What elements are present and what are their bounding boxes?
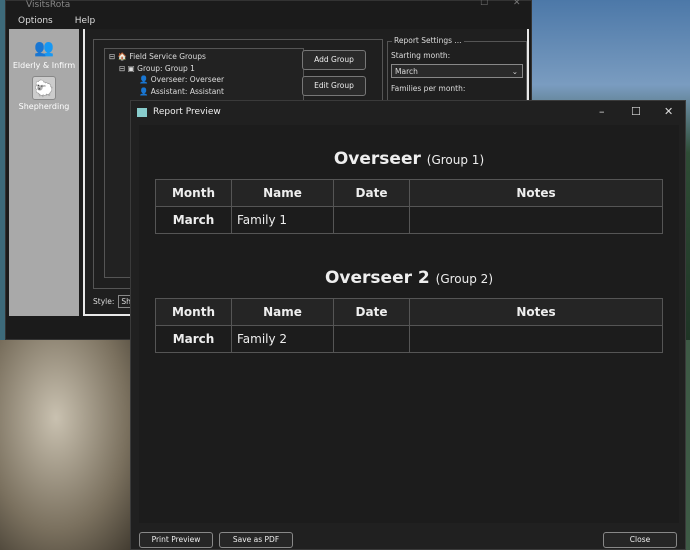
app-title: VisitsRota xyxy=(26,0,71,10)
cell-month: March xyxy=(155,325,232,353)
desktop-wallpaper-driftwood xyxy=(0,330,140,550)
tree-group[interactable]: ⊟ ▣ Group: Group 1 xyxy=(109,63,299,75)
table-header-row: Month Name Date Notes xyxy=(155,179,663,207)
cell-notes xyxy=(409,206,663,234)
sidebar-item-elderly[interactable]: 👥 Elderly & Infirm xyxy=(9,35,79,71)
col-month: Month xyxy=(155,179,232,207)
close-icon[interactable]: ✕ xyxy=(513,0,521,8)
col-date: Date xyxy=(333,179,410,207)
chevron-down-icon: ⌄ xyxy=(511,67,518,76)
table-row: March Family 2 xyxy=(155,325,663,353)
elderly-icon: 👥 xyxy=(34,37,54,57)
main-title-bar: VisitsRota ☐ ✕ xyxy=(6,0,531,13)
starting-month-select[interactable]: March ⌄ xyxy=(391,64,523,78)
style-label: Style: xyxy=(93,297,115,306)
col-date: Date xyxy=(333,298,410,326)
app-window-icon xyxy=(137,107,147,117)
section-heading-1: Overseer (Group 1) xyxy=(333,149,485,169)
table-row: March Family 1 xyxy=(155,206,663,234)
menu-options[interactable]: Options xyxy=(18,16,53,26)
sheep-icon: 🐑 xyxy=(32,76,56,100)
minimize-icon[interactable]: – xyxy=(599,105,605,118)
report-preview-area[interactable]: Overseer (Group 1) Month Name Date Notes… xyxy=(139,125,679,523)
sidebar-item-shepherding[interactable]: 🐑 Shepherding xyxy=(9,76,79,111)
cell-notes xyxy=(409,325,663,353)
cell-date xyxy=(333,325,410,353)
col-name: Name xyxy=(231,298,334,326)
table-header-row: Month Name Date Notes xyxy=(155,298,663,326)
tree-assistant[interactable]: 👤 Assistant: Assistant xyxy=(109,86,299,98)
maximize-icon[interactable]: ☐ xyxy=(631,105,641,118)
print-preview-button[interactable]: Print Preview xyxy=(139,532,213,548)
starting-month-label: Starting month: xyxy=(391,51,451,60)
cell-name: Family 1 xyxy=(231,206,334,234)
dialog-title-bar: Report Preview – ☐ ✕ xyxy=(131,101,685,123)
add-group-button[interactable]: Add Group xyxy=(302,50,366,70)
menu-bar: Options Help xyxy=(6,13,531,29)
col-name: Name xyxy=(231,179,334,207)
tree-overseer[interactable]: 👤 Overseer: Overseer xyxy=(109,74,299,86)
dialog-title: Report Preview xyxy=(153,107,221,117)
cell-month: March xyxy=(155,206,232,234)
close-button[interactable]: Close xyxy=(603,532,677,548)
sidebar: 👥 Elderly & Infirm 🐑 Shepherding xyxy=(9,29,79,316)
cell-name: Family 2 xyxy=(231,325,334,353)
close-icon[interactable]: ✕ xyxy=(664,105,673,118)
families-per-month-label: Families per month: xyxy=(391,84,466,93)
sidebar-item-label: Shepherding xyxy=(18,102,70,111)
report-table-1: Month Name Date Notes March Family 1 xyxy=(155,179,663,234)
maximize-icon[interactable]: ☐ xyxy=(480,0,488,8)
edit-group-button[interactable]: Edit Group xyxy=(302,76,366,96)
report-settings-legend: Report Settings ... xyxy=(392,36,464,45)
sidebar-item-label: Elderly & Infirm xyxy=(12,61,76,70)
col-month: Month xyxy=(155,298,232,326)
report-preview-dialog: Report Preview – ☐ ✕ Overseer (Group 1) … xyxy=(130,100,686,550)
menu-help[interactable]: Help xyxy=(75,16,96,26)
tree-root[interactable]: ⊟ 🏠 Field Service Groups xyxy=(109,51,299,63)
section-heading-2: Overseer 2 (Group 2) xyxy=(324,268,494,288)
cell-date xyxy=(333,206,410,234)
col-notes: Notes xyxy=(409,298,663,326)
col-notes: Notes xyxy=(409,179,663,207)
save-as-pdf-button[interactable]: Save as PDF xyxy=(219,532,293,548)
report-table-2: Month Name Date Notes March Family 2 xyxy=(155,298,663,353)
